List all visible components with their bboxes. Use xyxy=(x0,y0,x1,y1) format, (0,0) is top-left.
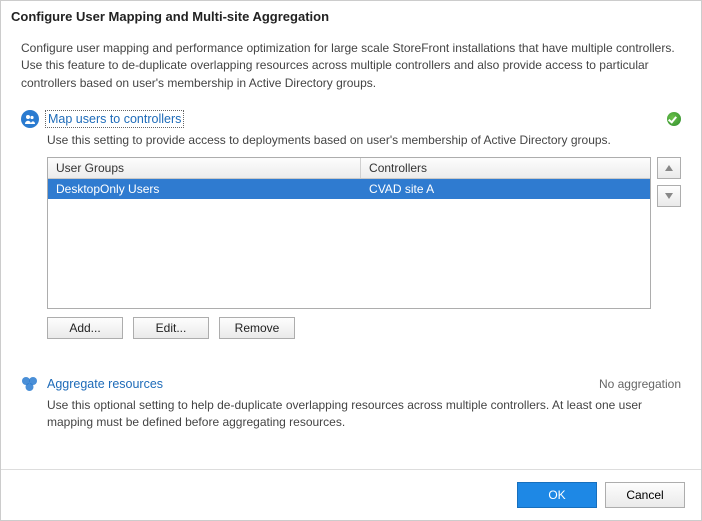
dialog-content: Configure user mapping and performance o… xyxy=(1,30,701,469)
map-users-link[interactable]: Map users to controllers xyxy=(47,112,182,126)
cancel-button[interactable]: Cancel xyxy=(605,482,685,508)
col-user-groups[interactable]: User Groups xyxy=(48,158,361,178)
aggregate-icon xyxy=(21,375,39,393)
reorder-buttons xyxy=(657,157,681,309)
aggregate-status: No aggregation xyxy=(599,377,681,391)
dialog-title: Configure User Mapping and Multi-site Ag… xyxy=(1,1,701,30)
intro-text: Configure user mapping and performance o… xyxy=(21,40,681,92)
move-down-button[interactable] xyxy=(657,185,681,207)
dialog-footer: OK Cancel xyxy=(1,469,701,520)
col-controllers[interactable]: Controllers xyxy=(361,158,650,178)
aggregate-head: Aggregate resources No aggregation xyxy=(21,375,681,393)
mapping-button-row: Add... Edit... Remove xyxy=(47,317,681,339)
remove-button[interactable]: Remove xyxy=(219,317,295,339)
table-body: DesktopOnly Users CVAD site A xyxy=(48,179,650,308)
aggregate-link[interactable]: Aggregate resources xyxy=(47,377,163,391)
aggregate-section: Aggregate resources No aggregation Use t… xyxy=(21,375,681,431)
people-icon xyxy=(21,110,39,128)
map-users-section: Map users to controllers Use this settin… xyxy=(21,110,681,339)
edit-button[interactable]: Edit... xyxy=(133,317,209,339)
move-up-button[interactable] xyxy=(657,157,681,179)
map-users-sub: Use this setting to provide access to de… xyxy=(47,132,681,149)
mapping-table[interactable]: User Groups Controllers DesktopOnly User… xyxy=(47,157,651,309)
check-icon xyxy=(667,112,681,126)
mapping-table-area: User Groups Controllers DesktopOnly User… xyxy=(47,157,681,309)
aggregate-sub: Use this optional setting to help de-dup… xyxy=(47,397,681,431)
table-header: User Groups Controllers xyxy=(48,158,650,179)
add-button[interactable]: Add... xyxy=(47,317,123,339)
table-row[interactable]: DesktopOnly Users CVAD site A xyxy=(48,179,650,199)
dialog-window: Configure User Mapping and Multi-site Ag… xyxy=(0,0,702,521)
cell-controller: CVAD site A xyxy=(361,179,650,199)
map-users-head: Map users to controllers xyxy=(21,110,681,128)
ok-button[interactable]: OK xyxy=(517,482,597,508)
cell-group: DesktopOnly Users xyxy=(48,179,361,199)
